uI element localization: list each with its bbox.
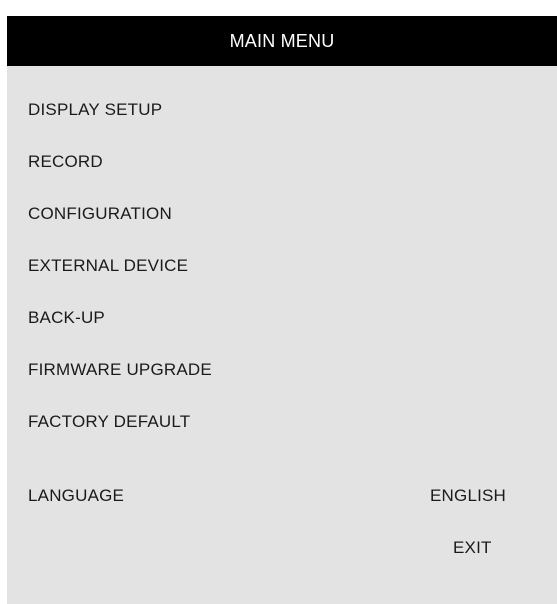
- menu-item-record[interactable]: RECORD: [28, 152, 103, 172]
- language-value[interactable]: ENGLISH: [430, 486, 506, 506]
- menu-header: MAIN MENU: [7, 16, 557, 66]
- language-label: LANGUAGE: [28, 486, 125, 505]
- main-menu-window: MAIN MENU DISPLAY SETUP RECORD CONFIGURA…: [7, 16, 557, 604]
- menu-item-back-up[interactable]: BACK-UP: [28, 308, 105, 328]
- menu-body: DISPLAY SETUP RECORD CONFIGURATION EXTER…: [7, 66, 557, 604]
- menu-item-factory-default[interactable]: FACTORY DEFAULT: [28, 412, 190, 432]
- menu-item-configuration[interactable]: CONFIGURATION: [28, 204, 172, 224]
- menu-item-firmware-upgrade[interactable]: FIRMWARE UPGRADE: [28, 360, 212, 380]
- menu-title: MAIN MENU: [229, 30, 335, 51]
- menu-item-external-device[interactable]: EXTERNAL DEVICE: [28, 256, 188, 276]
- exit-button[interactable]: EXIT: [453, 538, 492, 558]
- menu-item-display-setup[interactable]: DISPLAY SETUP: [28, 100, 162, 120]
